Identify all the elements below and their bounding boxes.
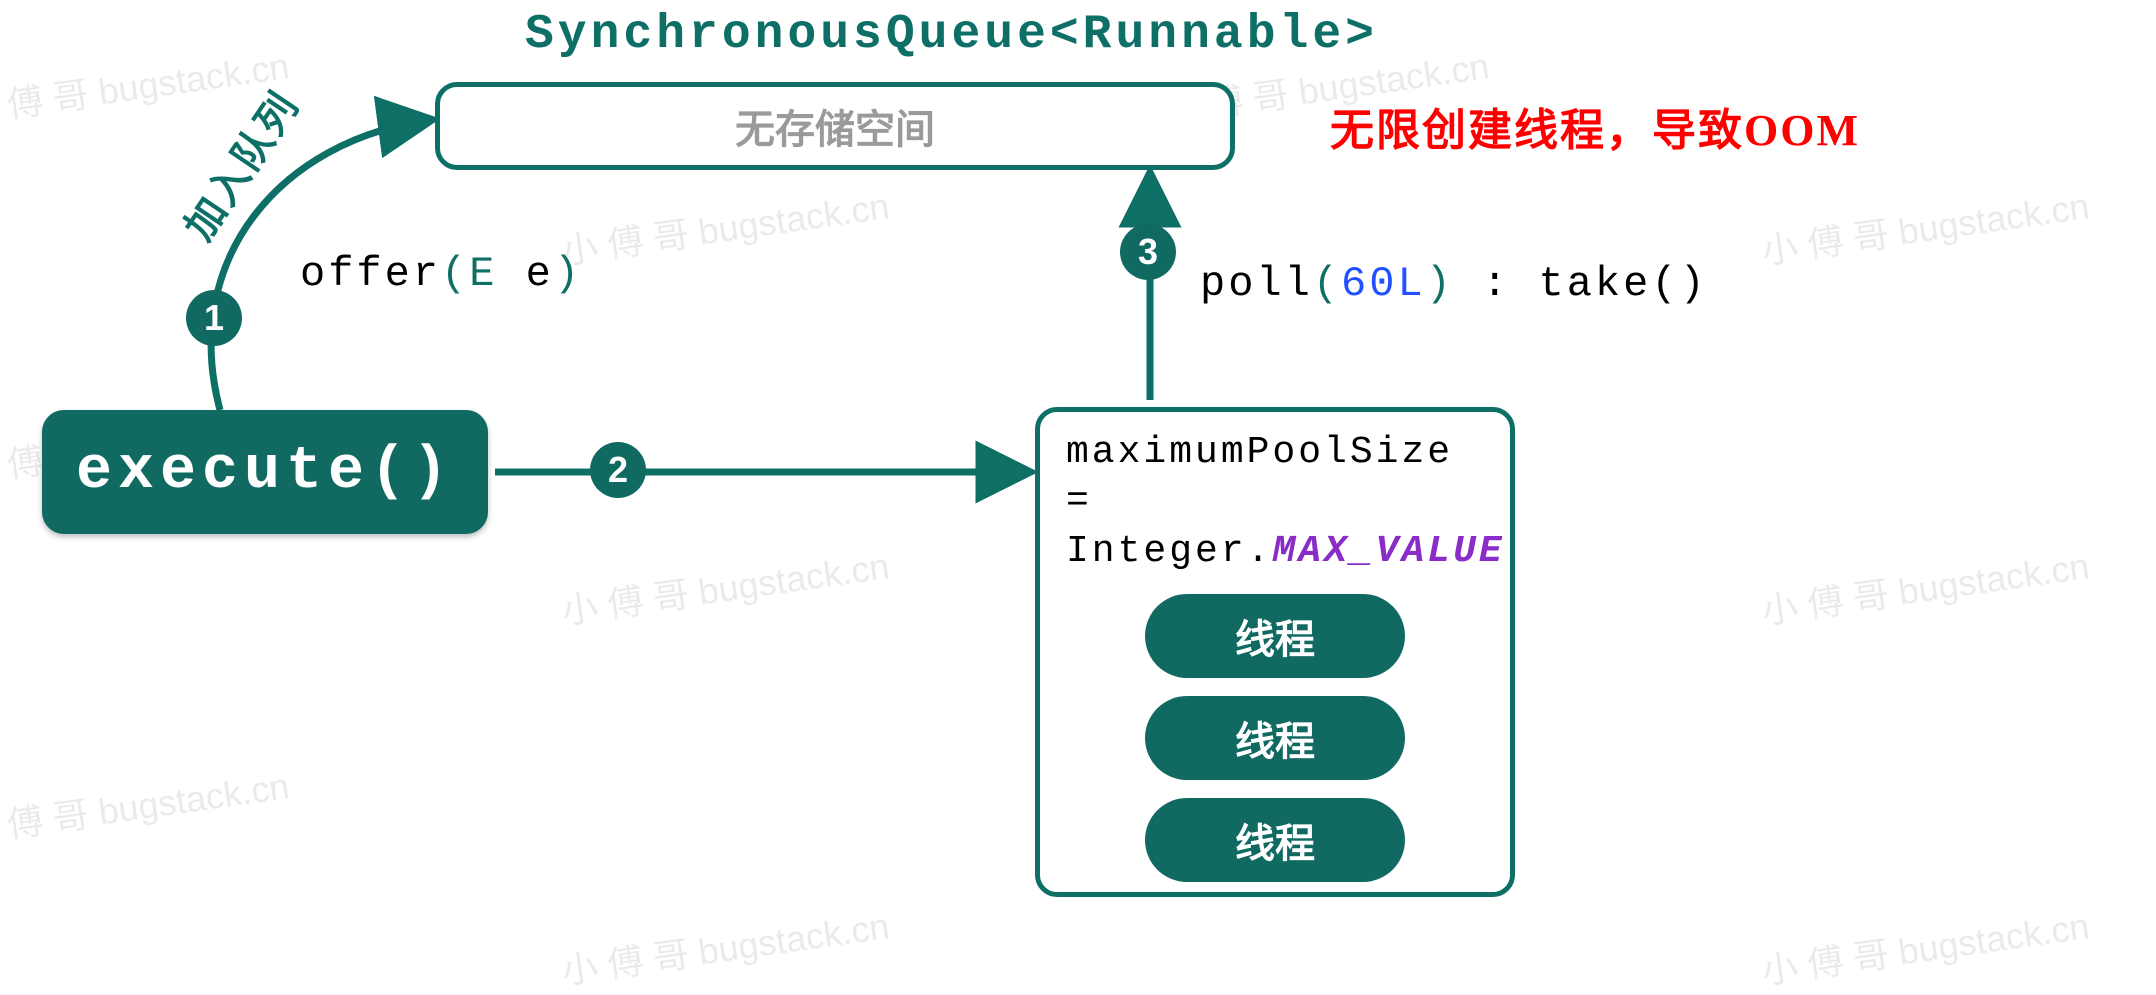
paren-close: ) — [1426, 260, 1454, 308]
offer-word: offer — [300, 250, 441, 298]
poll-sep: : — [1454, 260, 1539, 308]
oom-warning: 无限创建线程，导致OOM — [1330, 94, 1860, 158]
thread-pill: 线程 — [1145, 798, 1405, 882]
step-2-badge: 2 — [590, 442, 646, 498]
poll-arg: 60L — [1341, 260, 1426, 308]
offer-arg: e — [497, 250, 553, 298]
thread-pill: 线程 — [1145, 594, 1405, 678]
step-2-num: 2 — [608, 449, 628, 491]
execute-label: execute() — [76, 438, 454, 506]
poll-take-call: poll(60L) : take() — [1200, 260, 1708, 308]
diagram-stage: SynchronousQueue<Runnable> 无存储空间 无限创建线程，… — [0, 0, 2156, 966]
enqueue-label: 加入队列 — [168, 78, 310, 250]
take-word: take() — [1539, 260, 1708, 308]
thread-pill-label: 线程 — [1235, 607, 1315, 666]
pool-line2-prefix: Integer. — [1066, 530, 1272, 573]
pool-max-value: MAX_VALUE — [1272, 530, 1504, 573]
step-3-badge: 3 — [1120, 224, 1176, 280]
pool-box: maximumPoolSize = Integer.MAX_VALUE 线程 线… — [1035, 407, 1515, 897]
queue-body-text: 无存储空间 — [735, 97, 935, 156]
step-1-num: 1 — [204, 297, 224, 339]
step-3-num: 3 — [1138, 231, 1158, 273]
pool-line1: maximumPoolSize = — [1040, 428, 1510, 527]
paren-open: ( — [1313, 260, 1341, 308]
offer-type: E — [469, 250, 497, 298]
thread-pill-label: 线程 — [1235, 811, 1315, 870]
queue-box: 无存储空间 — [435, 82, 1235, 170]
poll-word: poll — [1200, 260, 1313, 308]
thread-pill-label: 线程 — [1235, 709, 1315, 768]
offer-call: offer(E e) — [300, 250, 582, 298]
step-1-badge: 1 — [186, 290, 242, 346]
queue-title: SynchronousQueue<Runnable> — [525, 8, 1378, 62]
paren-open: ( — [441, 250, 469, 298]
thread-pill: 线程 — [1145, 696, 1405, 780]
pool-line2: Integer.MAX_VALUE — [1040, 527, 1510, 576]
paren-close: ) — [554, 250, 582, 298]
execute-box: execute() — [42, 410, 488, 534]
